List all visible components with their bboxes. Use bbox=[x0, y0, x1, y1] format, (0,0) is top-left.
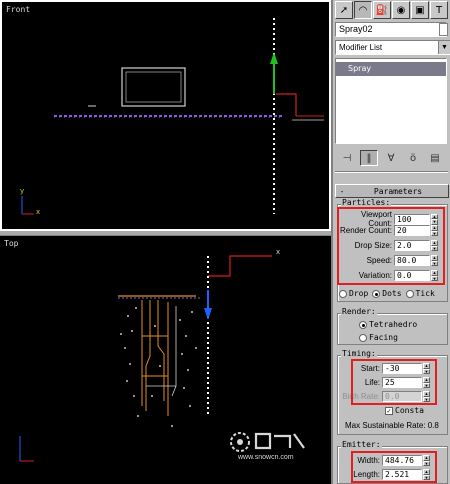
rollout-toggle[interactable]: - bbox=[336, 187, 348, 196]
constant-checkbox[interactable]: ✓ Consta bbox=[385, 406, 424, 415]
show-end-result-icon: ‖ bbox=[366, 152, 372, 164]
tetrahedron-label: Tetrahedro bbox=[369, 320, 418, 329]
create-icon: ➚ bbox=[339, 4, 349, 16]
particle-shape-row: Drop Dots Tick bbox=[339, 289, 435, 298]
modify-tab[interactable]: ◠ bbox=[354, 1, 372, 19]
modifier-list-label: Modifier List bbox=[339, 43, 383, 52]
rollout-title: Parameters bbox=[373, 186, 423, 196]
timing-label: Timing: bbox=[341, 349, 377, 358]
particles-highlight-box bbox=[337, 207, 445, 285]
emitter-label: Emitter: bbox=[341, 440, 382, 449]
emitter-highlight-box bbox=[351, 451, 437, 483]
trash-icon: ö bbox=[409, 152, 417, 164]
display-icon: ▣ bbox=[415, 4, 425, 16]
parameters-rollout-header[interactable]: - Parameters bbox=[335, 184, 449, 198]
stack-item-spray[interactable]: Spray bbox=[336, 62, 446, 76]
hierarchy-tab[interactable]: ⛽ bbox=[373, 1, 391, 19]
watermark-logo: www.snowcn.com bbox=[228, 426, 328, 466]
show-end-result-button[interactable]: ‖ bbox=[360, 150, 378, 166]
panel-tabs: ➚ ◠ ⛽ ◉ ▣ T bbox=[335, 1, 449, 19]
particles-label: Particles: bbox=[341, 198, 392, 207]
display-tab[interactable]: ▣ bbox=[411, 1, 429, 19]
pin-stack-button[interactable]: ⊣ bbox=[338, 150, 356, 166]
pin-icon: ⊣ bbox=[342, 152, 352, 164]
drop-radio[interactable]: Drop bbox=[339, 289, 368, 298]
command-panel: ➚ ◠ ⛽ ◉ ▣ T Spray02 Modifier List ▼ Spra… bbox=[333, 0, 450, 484]
chevron-down-icon[interactable]: ▼ bbox=[438, 41, 450, 54]
make-unique-icon: ∀ bbox=[387, 152, 395, 164]
axis-x-label: x bbox=[36, 208, 41, 216]
modifier-stack[interactable]: Spray bbox=[335, 58, 447, 144]
tv-model bbox=[121, 67, 186, 107]
top-gizmo-x-label: x bbox=[276, 248, 281, 256]
modifier-list-dropdown[interactable]: Modifier List ▼ bbox=[335, 40, 450, 55]
axis-y-label: y bbox=[20, 187, 25, 195]
utilities-tab[interactable]: T bbox=[430, 1, 448, 19]
front-viewport-scene bbox=[21, 18, 324, 215]
object-name-input[interactable]: Spray02 bbox=[335, 22, 447, 37]
tetrahedron-radio[interactable]: Tetrahedro bbox=[359, 320, 417, 329]
max-sustainable-rate: Max Sustainable Rate: 0.8 bbox=[345, 421, 439, 430]
motion-icon: ◉ bbox=[396, 4, 406, 16]
stack-toolbar: ⊣ ‖ ∀ ö ▤ bbox=[335, 149, 447, 167]
make-unique-button[interactable]: ∀ bbox=[382, 150, 400, 166]
facing-label: Facing bbox=[369, 333, 398, 342]
panel-separator bbox=[335, 171, 448, 173]
watermark-url: www.snowcn.com bbox=[238, 454, 294, 461]
timing-highlight-box bbox=[351, 359, 437, 405]
create-tab[interactable]: ➚ bbox=[335, 1, 353, 19]
front-viewport[interactable]: Front y x bbox=[0, 0, 331, 231]
facing-radio[interactable]: Facing bbox=[359, 333, 398, 342]
dots-radio[interactable]: Dots bbox=[372, 289, 402, 298]
constant-label: Consta bbox=[395, 406, 424, 415]
top-viewport[interactable]: Top x www.snowcn.com bbox=[0, 235, 331, 484]
top-gizmo-x-axis bbox=[208, 255, 272, 277]
gizmo-x-axis bbox=[276, 93, 297, 116]
configure-icon: ▤ bbox=[430, 152, 440, 164]
hierarchy-icon: ⛽ bbox=[375, 4, 389, 16]
remove-modifier-button[interactable]: ö bbox=[404, 150, 422, 166]
configure-sets-button[interactable]: ▤ bbox=[426, 150, 444, 166]
modify-icon: ◠ bbox=[358, 4, 368, 16]
object-color-swatch[interactable] bbox=[439, 23, 448, 36]
render-label: Render: bbox=[341, 307, 377, 316]
ticks-radio[interactable]: Tick bbox=[405, 289, 435, 298]
motion-tab[interactable]: ◉ bbox=[392, 1, 410, 19]
utilities-icon: T bbox=[435, 4, 443, 16]
